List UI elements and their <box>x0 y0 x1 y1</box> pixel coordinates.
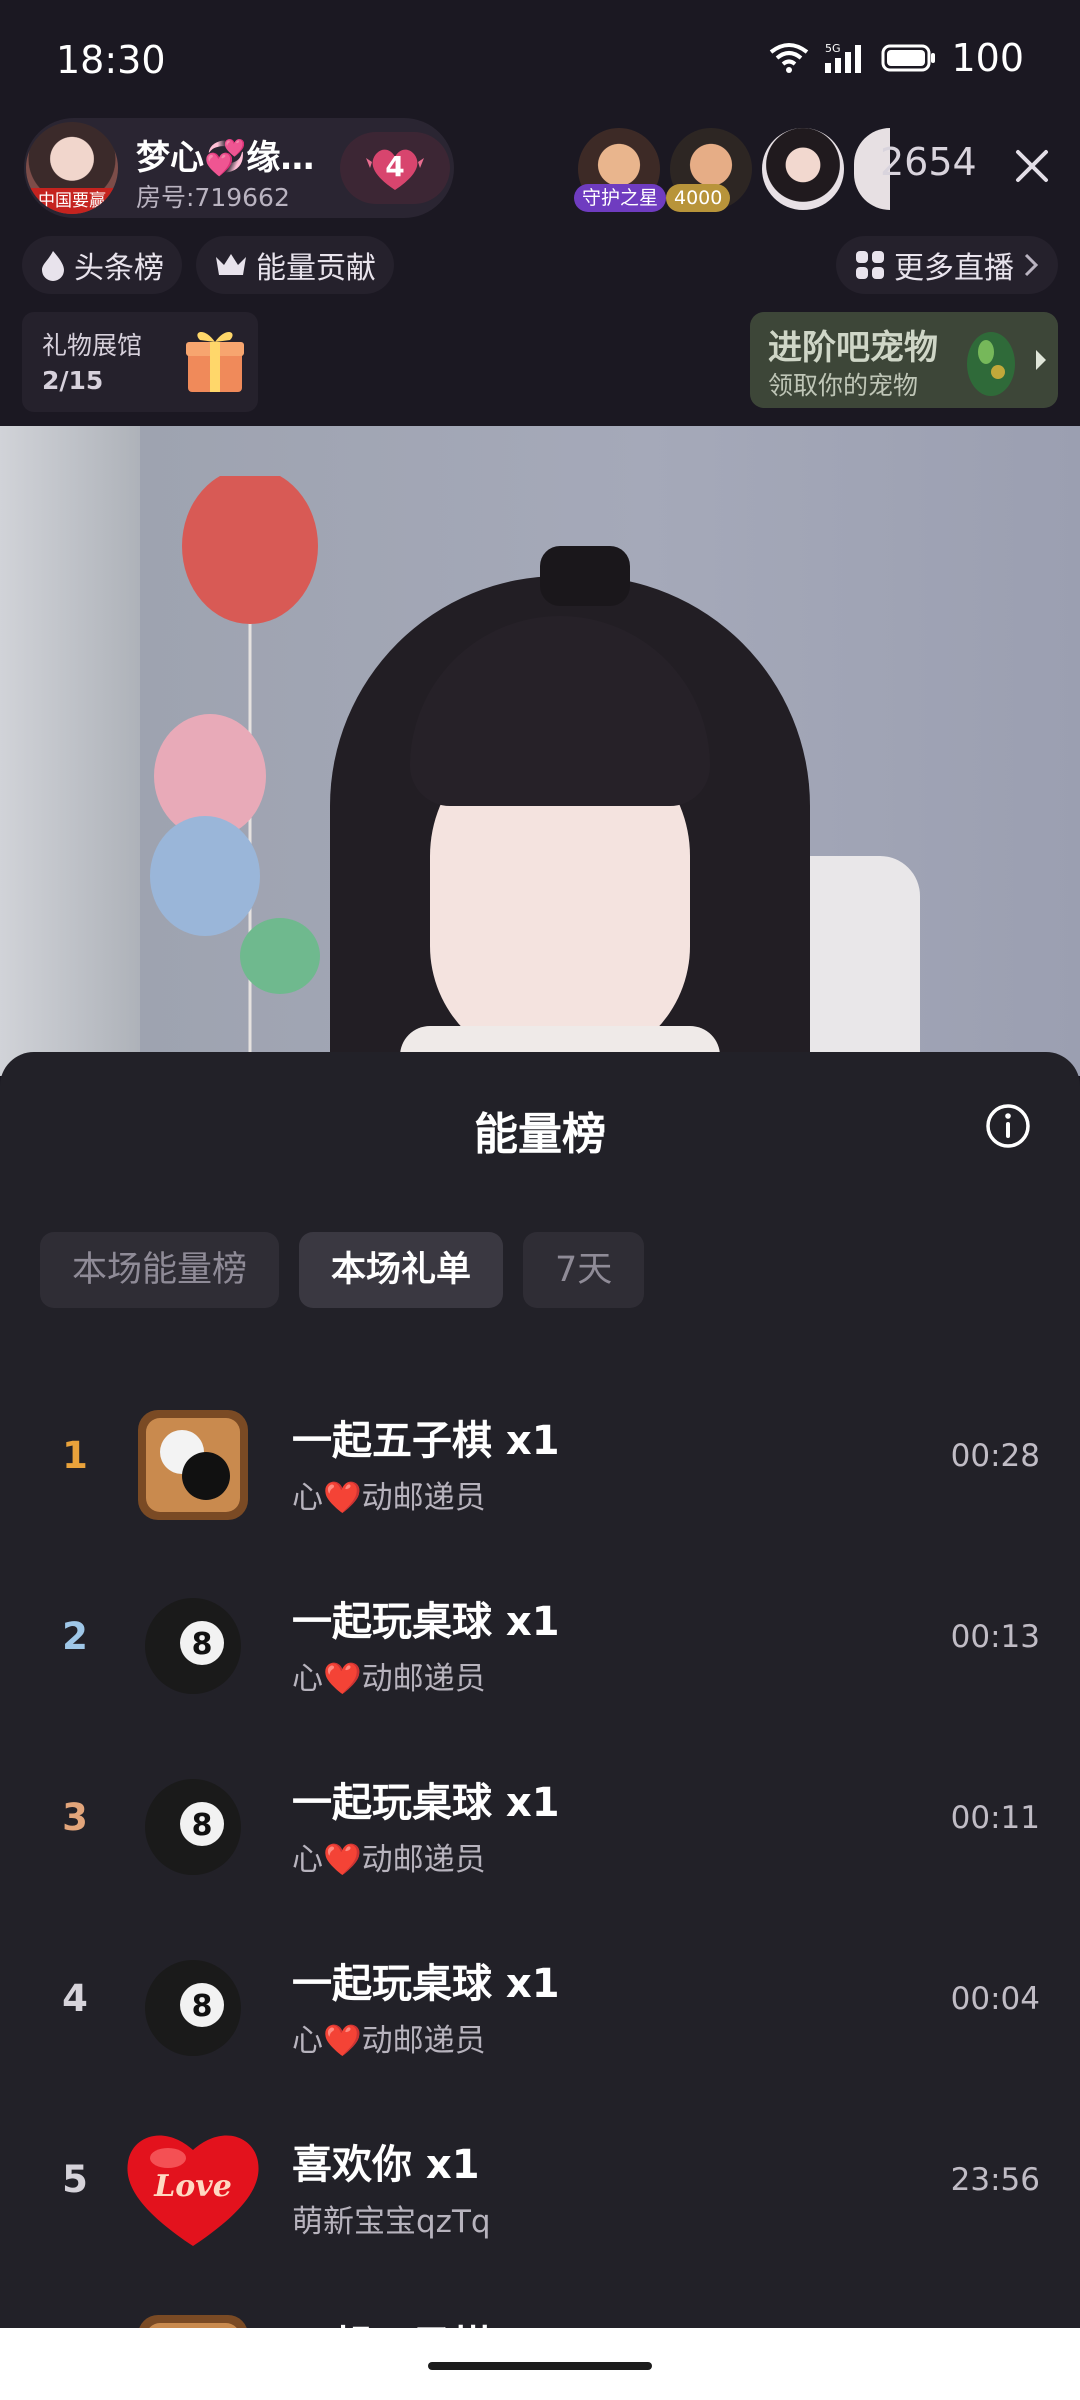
tab-session-gifts[interactable]: 本场礼单 <box>299 1232 504 1308</box>
sender-name: 萌新宝宝qzTq <box>292 2204 491 2240</box>
viewer-avatar[interactable]: 4000 <box>666 128 752 212</box>
pet-banner-title: 进阶吧宠物 <box>768 328 938 368</box>
gift-time: 00:04 <box>950 1981 1040 2017</box>
viewer-label: 守护之星 <box>574 184 667 212</box>
rank-tabs: 本场能量榜 本场礼单 7天 <box>40 1232 645 1308</box>
battery-percent: 100 <box>951 36 1024 80</box>
svg-text:5G: 5G <box>825 42 841 55</box>
pet-banner[interactable]: 进阶吧宠物 领取你的宠物 <box>750 312 1058 408</box>
gift-time: 00:13 <box>950 1619 1040 1655</box>
avatar-tag: 中国要赢 <box>26 188 118 214</box>
love-heart-icon: Love <box>127 2135 259 2246</box>
pet-egg-icon <box>967 332 1015 396</box>
gesture-bar <box>0 2328 1080 2400</box>
gift-hall-title: 礼物展馆 <box>42 331 143 360</box>
rank-nav: 头条榜 能量贡献 <box>22 236 394 294</box>
sheet-title: 能量榜 <box>474 1109 606 1160</box>
gift-time: 00:11 <box>950 1800 1040 1836</box>
viewer-label: 4000 <box>666 184 731 212</box>
rank-number: 3 <box>62 1796 88 1839</box>
gift-time: 00:28 <box>950 1438 1040 1474</box>
gift-name: 喜欢你 x1 <box>292 2142 480 2188</box>
gift-hall-progress: 2/15 <box>42 366 104 395</box>
gift-box-icon <box>186 331 244 392</box>
billiards-8-ball-icon: 8 <box>145 1598 241 1694</box>
live-video[interactable] <box>0 426 1080 1076</box>
rank-number: 5 <box>62 2158 88 2201</box>
tab-7-days[interactable]: 7天 <box>523 1232 645 1308</box>
status-time: 18:30 <box>56 38 166 82</box>
close-icon[interactable] <box>1010 144 1054 188</box>
gift-name: 一起五子棋 x1 <box>292 1418 560 1464</box>
list-item[interactable]: 2 8 一起玩桌球 x1 心❤️动邮递员 00:13 <box>0 1553 1080 1734</box>
sender-name: 心❤️动邮递员 <box>292 1480 486 1516</box>
gomoku-icon <box>138 1410 248 1520</box>
status-icons: 5G 100 <box>769 36 1024 80</box>
gift-name: 一起玩桌球 x1 <box>292 1599 560 1645</box>
svg-text:8: 8 <box>192 1627 213 1662</box>
fan-level-number: 4 <box>385 150 405 183</box>
host-avatar[interactable]: 中国要赢 <box>26 122 118 214</box>
rank-number: 1 <box>62 1434 88 1477</box>
viewer-avatar[interactable]: 守护之星 <box>574 128 667 212</box>
crown-icon <box>216 254 246 275</box>
wifi-icon <box>770 43 809 73</box>
home-indicator[interactable] <box>428 2362 652 2370</box>
list-item[interactable]: 1 一起五子棋 x1 心❤️动邮递员 00:28 <box>0 1372 1080 1553</box>
gift-list: 1 一起五子棋 x1 心❤️动邮递员 00:28 2 8 一起玩桌球 x1 心❤… <box>0 1372 1080 2400</box>
rank-number: 2 <box>62 1615 88 1658</box>
billiards-8-ball-icon: 8 <box>145 1960 241 2056</box>
billiards-8-ball-icon: 8 <box>145 1779 241 1875</box>
chevron-right-icon <box>1024 253 1039 277</box>
fan-level-badge[interactable]: 4 <box>340 132 450 204</box>
headline-rank-label: 头条榜 <box>74 251 164 286</box>
room-id: 房号:719662 <box>136 183 290 212</box>
more-live-label: 更多直播 <box>894 251 1014 286</box>
more-live-button[interactable]: 更多直播 <box>836 236 1058 294</box>
list-item[interactable]: 5 Love 喜欢你 x1 萌新宝宝qzTq 23:56 <box>0 2096 1080 2277</box>
sender-name: 心❤️动邮递员 <box>292 1661 486 1697</box>
video-curtain <box>0 426 140 1076</box>
list-item[interactable]: 3 8 一起玩桌球 x1 心❤️动邮递员 00:11 <box>0 1734 1080 1915</box>
gift-time: 23:56 <box>950 2162 1040 2198</box>
sender-name: 心❤️动邮递员 <box>292 2023 486 2059</box>
svg-text:8: 8 <box>192 1808 213 1843</box>
svg-text:8: 8 <box>192 1989 213 2024</box>
energy-contrib-button[interactable]: 能量贡献 <box>196 236 394 294</box>
headline-rank-button[interactable]: 头条榜 <box>22 236 182 294</box>
gift-hall-entry[interactable]: 礼物展馆 2/15 <box>22 312 258 412</box>
viewer-avatar[interactable] <box>762 128 844 210</box>
energy-contrib-label: 能量贡献 <box>256 251 376 286</box>
battery-icon <box>881 44 936 72</box>
hair-clip <box>540 546 630 606</box>
flame-icon <box>42 251 64 281</box>
live-room-screen: 18:30 5G 100 中国要赢 梦心💞缘… 房号:719662 4 守护之星… <box>0 0 1080 2400</box>
info-icon[interactable] <box>984 1102 1032 1150</box>
status-bar: 18:30 5G 100 <box>0 0 1080 120</box>
pet-banner-subtitle: 领取你的宠物 <box>768 371 919 400</box>
viewer-count[interactable]: 2654 <box>880 140 977 184</box>
top-viewers: 守护之星 4000 <box>574 128 890 212</box>
cellular-signal-icon: 5G <box>825 42 862 73</box>
rank-number: 4 <box>62 1977 88 2020</box>
grid-icon <box>856 251 884 279</box>
more-live-nav: 更多直播 <box>836 236 1058 294</box>
list-item[interactable]: 4 8 一起玩桌球 x1 心❤️动邮递员 00:04 <box>0 1915 1080 2096</box>
energy-rank-sheet: 能量榜 本场能量榜 本场礼单 7天 1 一起五子棋 x1 心❤️动邮递员 00:… <box>0 1052 1080 2400</box>
gift-name: 一起玩桌球 x1 <box>292 1961 560 2007</box>
host-name: 梦心💞缘… <box>136 138 315 178</box>
play-arrow-icon <box>1036 350 1046 370</box>
host-info-card[interactable]: 中国要赢 梦心💞缘… 房号:719662 4 <box>24 118 454 218</box>
svg-text:Love: Love <box>153 2169 232 2204</box>
tab-session-energy[interactable]: 本场能量榜 <box>40 1232 280 1308</box>
gift-name: 一起玩桌球 x1 <box>292 1780 560 1826</box>
sender-name: 心❤️动邮递员 <box>292 1842 486 1878</box>
